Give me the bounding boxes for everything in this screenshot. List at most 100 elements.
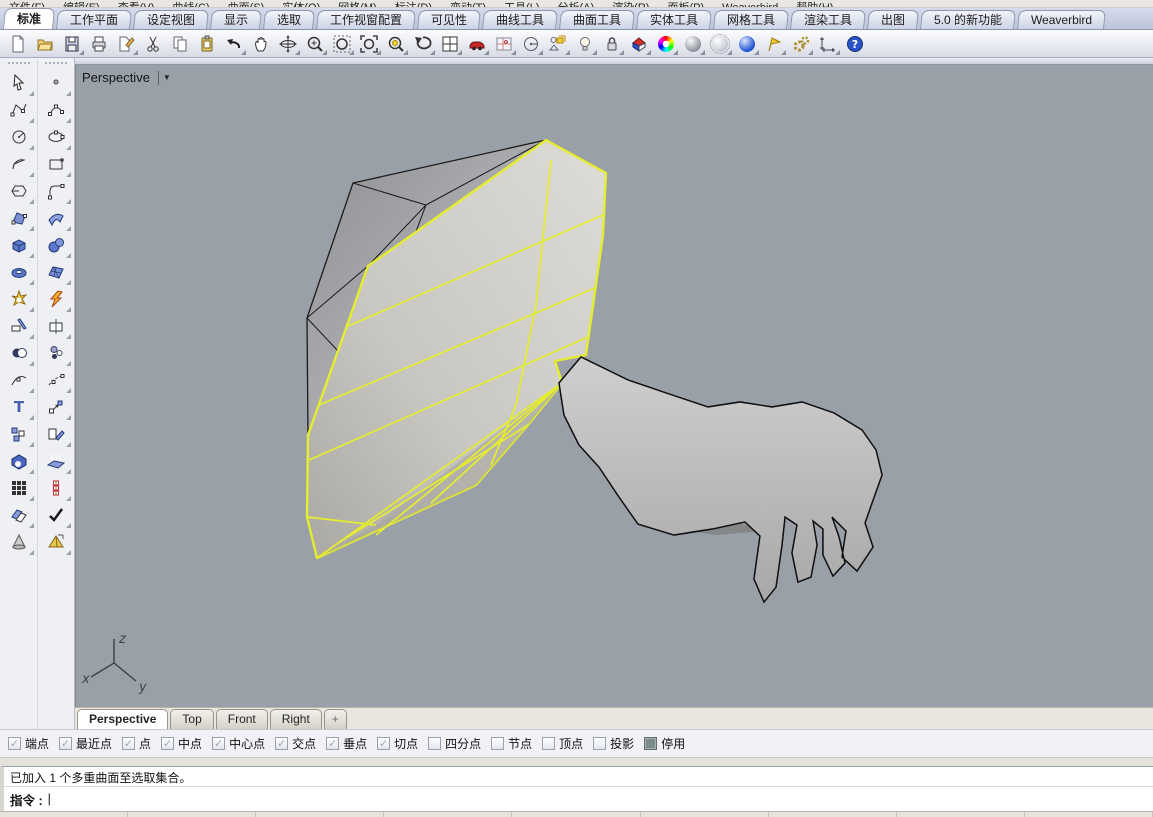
checkbox[interactable]: [428, 737, 441, 750]
tab-curve-tools[interactable]: 曲线工具: [482, 10, 558, 29]
menu-edit[interactable]: 编辑(E): [54, 1, 109, 8]
drape-surface-button[interactable]: [41, 447, 71, 474]
trim-button[interactable]: [4, 312, 34, 339]
zoom-button[interactable]: [301, 32, 328, 56]
cut-button[interactable]: [139, 32, 166, 56]
viewport-title[interactable]: Perspective ▼: [82, 70, 171, 85]
split-button[interactable]: [41, 312, 71, 339]
tab-standard[interactable]: 标准: [3, 8, 55, 29]
menu-tools[interactable]: 工具(L): [495, 1, 548, 8]
fillet-curve-button[interactable]: [41, 177, 71, 204]
point-cloud-button[interactable]: [41, 339, 71, 366]
checkbox[interactable]: [212, 737, 225, 750]
adjust-curve-button[interactable]: [4, 366, 34, 393]
menu-transform[interactable]: 变动(T): [441, 1, 495, 8]
insert-block-button[interactable]: [4, 420, 34, 447]
osnap-project[interactable]: 投影: [593, 735, 634, 752]
offset-surface-button[interactable]: [4, 501, 34, 528]
checkbox[interactable]: [377, 737, 390, 750]
extend-curve-button[interactable]: [41, 366, 71, 393]
color-wheel-button[interactable]: [652, 32, 679, 56]
pyramid-button[interactable]: [41, 528, 71, 555]
menu-analyze[interactable]: 分析(A): [549, 1, 604, 8]
pan-view-button[interactable]: [247, 32, 274, 56]
menu-weaverbird[interactable]: Weaverbird: [713, 1, 787, 8]
dimension-scale-button[interactable]: [814, 32, 841, 56]
tab-mesh-tools[interactable]: 网格工具: [713, 10, 789, 29]
checkbox[interactable]: [326, 737, 339, 750]
checkbox[interactable]: [644, 737, 657, 750]
perspective-viewport[interactable]: Perspective ▼: [75, 65, 1153, 707]
menu-panels[interactable]: 面板(P): [658, 1, 713, 8]
rectangular-array-button[interactable]: [4, 474, 34, 501]
osnap-intersection[interactable]: 交点: [275, 735, 316, 752]
solid-union-button[interactable]: [4, 447, 34, 474]
menu-help[interactable]: 帮助(H): [787, 1, 842, 8]
menu-mesh[interactable]: 网格(M): [329, 1, 386, 8]
set-view-button[interactable]: [517, 32, 544, 56]
rectangle-button[interactable]: [41, 150, 71, 177]
rotate-view-button[interactable]: [274, 32, 301, 56]
osnap-disable[interactable]: 停用: [644, 735, 685, 752]
osnap-knot[interactable]: 节点: [491, 735, 532, 752]
visibility-button[interactable]: [571, 32, 598, 56]
undo-view-change-button[interactable]: [409, 32, 436, 56]
osnap-center[interactable]: 中心点: [212, 735, 265, 752]
control-point-curve-button[interactable]: [4, 96, 34, 123]
analyze-wedge-button[interactable]: [625, 32, 652, 56]
menu-dimension[interactable]: 标注(D): [386, 1, 441, 8]
cplane-plan-button[interactable]: [490, 32, 517, 56]
checkbox[interactable]: [122, 737, 135, 750]
undo-button[interactable]: [220, 32, 247, 56]
osnap-vertex[interactable]: 顶点: [542, 735, 583, 752]
menu-view[interactable]: 查看(V): [109, 1, 164, 8]
export-button[interactable]: [112, 32, 139, 56]
copy-button[interactable]: [166, 32, 193, 56]
polygon-button[interactable]: [4, 177, 34, 204]
viewport-title-dropdown-icon[interactable]: ▼: [163, 73, 171, 82]
checkbox[interactable]: [161, 737, 174, 750]
tab-new-in-v5[interactable]: 5.0 的新功能: [920, 10, 1016, 29]
flag-button[interactable]: [760, 32, 787, 56]
menu-file[interactable]: 文件(F): [0, 1, 54, 8]
make-2d-button[interactable]: [41, 420, 71, 447]
save-file-button[interactable]: [58, 32, 85, 56]
point-button[interactable]: [41, 69, 71, 96]
linear-array-button[interactable]: [41, 474, 71, 501]
arc-button[interactable]: [4, 150, 34, 177]
select-button[interactable]: [4, 69, 34, 96]
command-line[interactable]: 指令 : |: [0, 786, 1153, 811]
box-button[interactable]: [4, 231, 34, 258]
car-button[interactable]: [463, 32, 490, 56]
tab-set-view[interactable]: 设定视图: [133, 10, 209, 29]
tab-visibility[interactable]: 可见性: [417, 10, 481, 29]
check-objects-button[interactable]: [41, 501, 71, 528]
explode-button[interactable]: [41, 285, 71, 312]
curve-through-points-button[interactable]: [41, 96, 71, 123]
shaded-viewport-button[interactable]: [679, 32, 706, 56]
tab-cplane[interactable]: 工作平面: [56, 10, 132, 29]
curve-boolean-button[interactable]: [4, 285, 34, 312]
new-viewport-tab-button[interactable]: +: [324, 709, 347, 729]
blend-surface-button[interactable]: [41, 204, 71, 231]
osnap-mid[interactable]: 中点: [161, 735, 202, 752]
checkbox[interactable]: [593, 737, 606, 750]
cone-button[interactable]: [4, 528, 34, 555]
checkbox[interactable]: [275, 737, 288, 750]
help-button[interactable]: ?: [841, 32, 868, 56]
viewport-tab-front[interactable]: Front: [216, 709, 268, 729]
ghosted-viewport-button[interactable]: [706, 32, 733, 56]
move-control-point-button[interactable]: [41, 393, 71, 420]
osnap-quadrant[interactable]: 四分点: [428, 735, 481, 752]
tab-render-tools[interactable]: 渲染工具: [790, 10, 866, 29]
tab-solid-tools[interactable]: 实体工具: [636, 10, 712, 29]
tab-select[interactable]: 选取: [263, 10, 315, 29]
text-button[interactable]: T: [4, 393, 34, 420]
tab-weaverbird[interactable]: Weaverbird: [1017, 10, 1106, 29]
checkbox[interactable]: [542, 737, 555, 750]
checkbox[interactable]: [59, 737, 72, 750]
sphere-button[interactable]: [41, 231, 71, 258]
ellipse-button[interactable]: [41, 123, 71, 150]
tab-viewport-layout[interactable]: 工作视窗配置: [316, 10, 416, 29]
new-file-button[interactable]: [4, 32, 31, 56]
